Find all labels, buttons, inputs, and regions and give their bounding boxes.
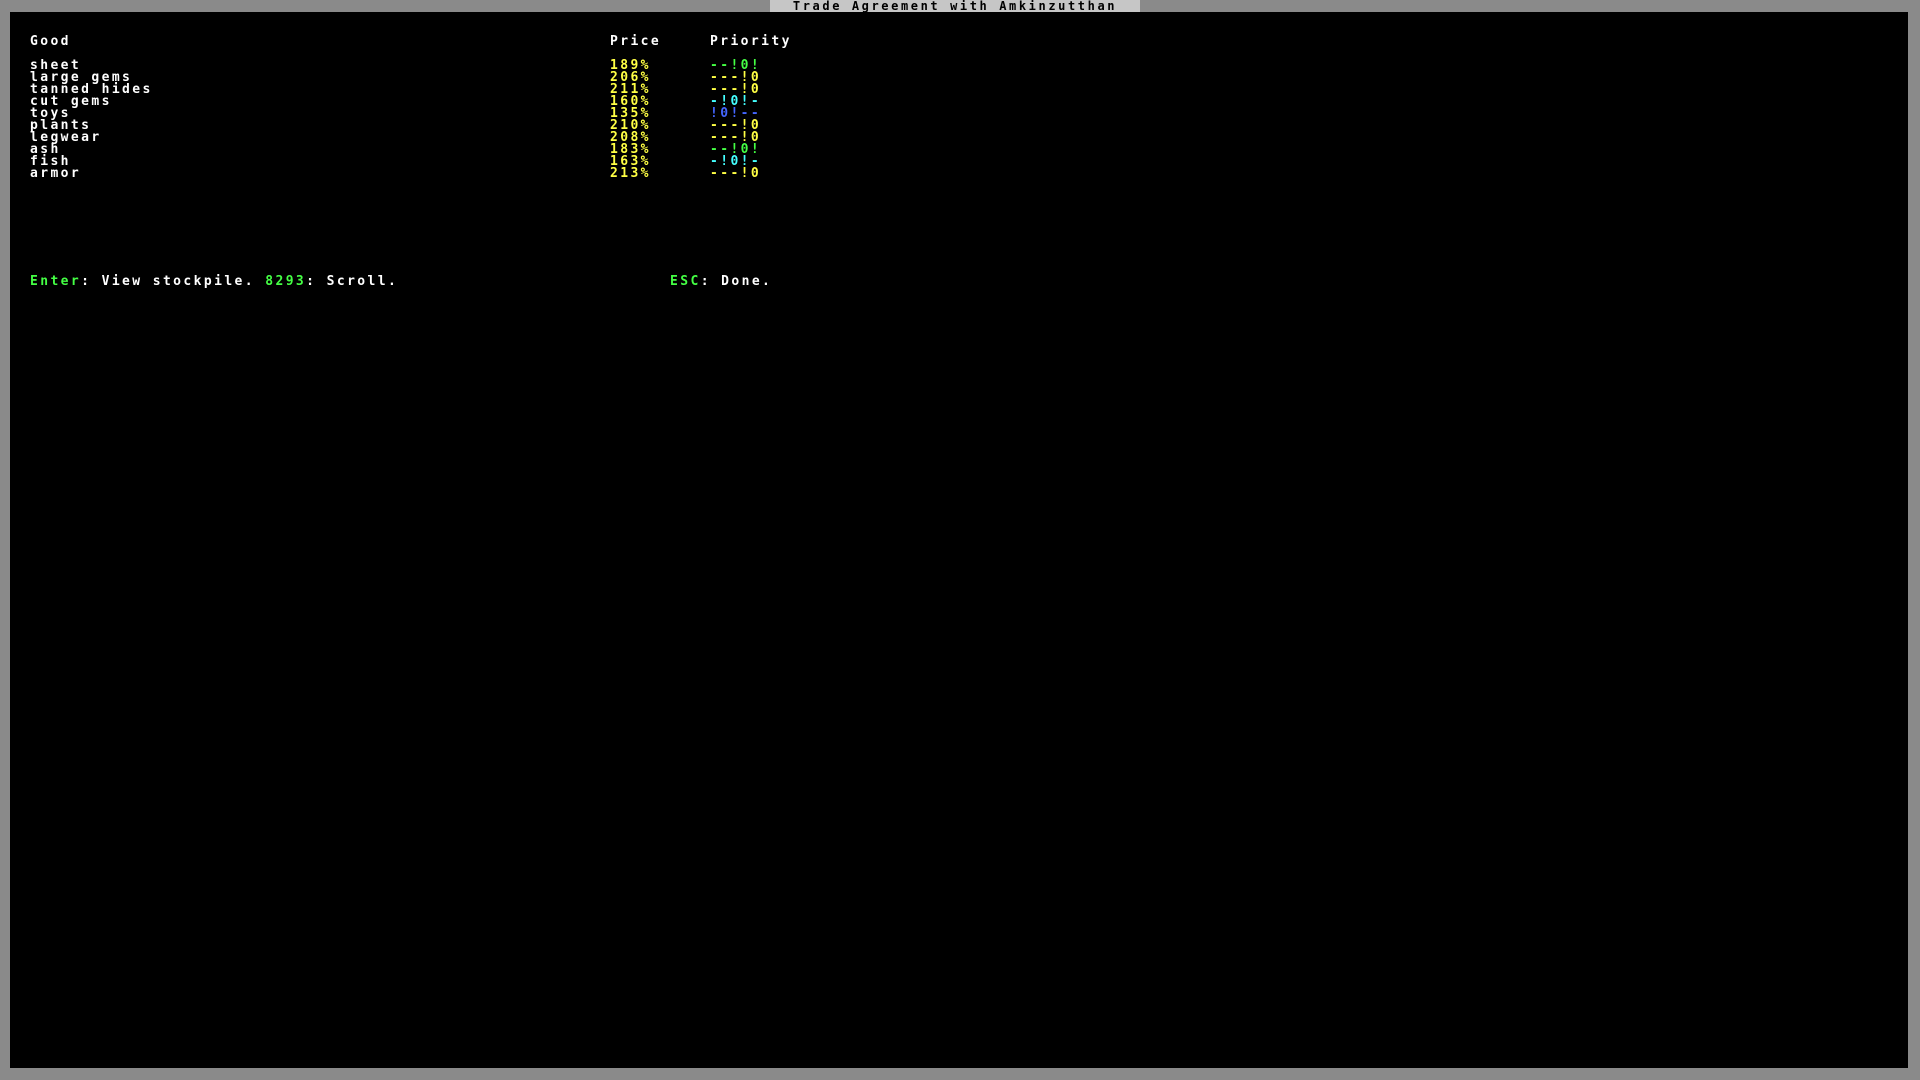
- footer-help-right: ESC: Done.: [670, 274, 773, 289]
- enter-key-text: : View stockpile.: [81, 274, 266, 289]
- goods-list: sheet 189% --!0! large gems 206% ---!0 t…: [10, 59, 1010, 181]
- window-title: Trade Agreement with Amkinzutthan: [770, 0, 1140, 12]
- trade-agreement-screen: Good Price Priority sheet 189% --!0! lar…: [10, 12, 1908, 1068]
- goods-row[interactable]: toys 135% !0!--: [10, 107, 1010, 120]
- goods-row[interactable]: armor 213% ---!0: [10, 166, 1010, 181]
- goods-row[interactable]: ash 183% --!0!: [10, 143, 1010, 156]
- scroll-key-hint[interactable]: 8293: [265, 274, 306, 289]
- header-price: Price: [610, 34, 662, 49]
- good-price: 213%: [610, 166, 651, 181]
- good-priority[interactable]: ---!0: [710, 167, 761, 180]
- enter-key-hint[interactable]: Enter: [30, 274, 81, 289]
- header-good: Good: [30, 34, 71, 49]
- header-priority: Priority: [710, 34, 792, 49]
- esc-key-hint[interactable]: ESC: [670, 274, 701, 289]
- goods-row[interactable]: fish 163% -!0!-: [10, 155, 1010, 168]
- goods-row[interactable]: plants 210% ---!0: [10, 119, 1010, 132]
- goods-row[interactable]: sheet 189% --!0!: [10, 59, 1010, 72]
- goods-row[interactable]: cut gems 160% -!0!-: [10, 95, 1010, 108]
- good-name: armor: [30, 166, 82, 181]
- goods-row[interactable]: legwear 208% ---!0: [10, 131, 1010, 144]
- goods-row[interactable]: large gems 206% ---!0: [10, 71, 1010, 84]
- esc-key-text: : Done.: [700, 274, 773, 289]
- footer-help-left: Enter: View stockpile. 8293: Scroll.: [30, 274, 399, 289]
- goods-row[interactable]: tanned hides 211% ---!0: [10, 83, 1010, 96]
- scroll-key-text: : Scroll.: [306, 274, 399, 289]
